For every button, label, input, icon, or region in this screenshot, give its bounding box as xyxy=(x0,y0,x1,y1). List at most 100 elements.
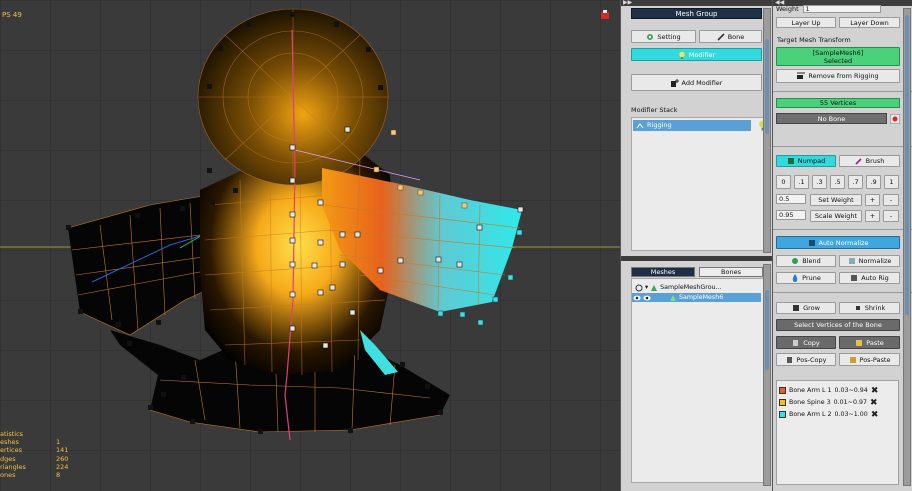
shrink-button[interactable]: Shrink xyxy=(839,302,900,314)
layer-down-button[interactable]: Layer Down xyxy=(839,17,900,28)
bone-color-swatch xyxy=(779,387,786,394)
copy-button[interactable]: Copy xyxy=(776,336,836,349)
prune-button[interactable]: Prune xyxy=(776,272,836,284)
auto-rig-icon xyxy=(851,275,858,281)
bone-weight-list: Bone Arm L 1 0.03~0.94 ✖ Bone Spine 3 0.… xyxy=(776,380,899,485)
inspector-scrollbar[interactable] xyxy=(903,8,911,486)
tab-meshes[interactable]: Meshes xyxy=(631,267,695,277)
add-modifier-button[interactable]: Add Modifier xyxy=(631,74,762,91)
scale-weight-plus-button[interactable]: + xyxy=(865,210,880,222)
tree-row-group[interactable]: ▾ SampleMeshGrou... xyxy=(635,283,722,292)
upper-scrollbar[interactable] xyxy=(763,8,771,253)
bone-icon xyxy=(717,32,725,41)
paste-icon xyxy=(856,339,863,346)
hierarchy-tree: ▾ SampleMeshGrou... SampleMesh6 xyxy=(631,278,771,483)
scale-weight-button[interactable]: Scale Weight xyxy=(810,210,862,222)
numpad-1-button[interactable]: 1 xyxy=(884,175,899,189)
weight-row: Weight 1 xyxy=(776,5,881,13)
mesh-canvas[interactable] xyxy=(0,0,620,491)
numpad-0-button[interactable]: 0 xyxy=(776,175,791,189)
lower-scrollbar[interactable] xyxy=(763,264,771,486)
stat-row: ertices 141 xyxy=(0,446,69,455)
modifier-stack-list: Rigging xyxy=(631,117,771,251)
bone-button[interactable]: Bone xyxy=(699,30,762,43)
divider-strip xyxy=(621,256,773,261)
scale-weight-field[interactable]: 0.95 xyxy=(776,210,806,220)
blend-icon xyxy=(792,258,799,264)
shrink-icon xyxy=(855,306,860,310)
auto-normalize-toggle[interactable]: Auto Normalize xyxy=(776,236,900,249)
setting-button[interactable]: Setting xyxy=(631,30,696,43)
stat-row: dges 260 xyxy=(0,454,69,463)
bone-color-swatch xyxy=(779,399,786,406)
list-item[interactable]: Bone Spine 3 0.01~0.97 ✖ xyxy=(779,397,878,408)
paste-button[interactable]: Paste xyxy=(839,336,900,349)
set-weight-field[interactable]: 0.5 xyxy=(776,194,806,204)
brush-button[interactable]: Brush xyxy=(839,155,900,167)
stat-row: eshes 1 xyxy=(0,438,61,447)
layer-up-button[interactable]: Layer Up xyxy=(776,17,836,28)
expand-arrow-icon[interactable]: ▾ xyxy=(645,283,648,292)
numpad-03-button[interactable]: .3 xyxy=(812,175,827,189)
remove-bone-icon[interactable]: ✖ xyxy=(871,386,879,396)
list-item[interactable]: Bone Arm L 1 0.03~0.94 ✖ xyxy=(779,385,878,396)
tree-row-mesh[interactable]: SampleMesh6 xyxy=(632,293,761,302)
vertex-count-bar: 55 Vertices xyxy=(776,98,900,108)
numpad-07-button[interactable]: .7 xyxy=(848,175,863,189)
no-bone-bar: No Bone xyxy=(776,113,887,124)
record-icon[interactable] xyxy=(600,10,610,20)
bone-select-icon[interactable] xyxy=(890,114,900,124)
numpad-01-button[interactable]: .1 xyxy=(794,175,809,189)
mesh-icon xyxy=(670,294,676,301)
rigging-inspector-panel: ◀◀ Weight 1 Layer Up Layer Down Target M… xyxy=(772,0,912,491)
scrollbar-thumb[interactable] xyxy=(765,290,769,370)
mesh-group-panel: ▶▶ Mesh Group Setting Bone Modifier Add … xyxy=(620,0,773,491)
set-weight-plus-button[interactable]: + xyxy=(865,194,880,206)
numpad-button[interactable]: Numpad xyxy=(776,155,836,167)
modifier-tab-button[interactable]: Modifier xyxy=(631,48,762,61)
tab-bones[interactable]: Bones xyxy=(699,267,763,277)
remove-from-rigging-button[interactable]: Remove from Rigging xyxy=(776,69,900,83)
remove-bone-icon[interactable]: ✖ xyxy=(871,410,879,420)
list-item[interactable]: Bone Arm L 2 0.03~1.00 ✖ xyxy=(779,409,878,420)
collapse-arrows-icon[interactable]: ▶▶ xyxy=(623,0,632,6)
remove-bone-icon[interactable]: ✖ xyxy=(870,398,878,408)
set-weight-minus-button[interactable]: - xyxy=(883,194,899,206)
visibility-eye-icon-2[interactable] xyxy=(643,294,651,302)
pos-copy-button[interactable]: Pos-Copy xyxy=(776,353,836,366)
brush-icon xyxy=(855,158,862,165)
separator xyxy=(773,292,912,293)
selected-mesh-indicator: [SampleMesh6] Selected xyxy=(776,47,900,66)
visibility-eye-icon[interactable] xyxy=(633,294,641,302)
list-item[interactable]: Rigging xyxy=(633,120,751,131)
blend-button[interactable]: Blend xyxy=(776,255,836,267)
numpad-05-button[interactable]: .5 xyxy=(830,175,845,189)
gear-icon xyxy=(647,33,654,40)
modifier-stack-label: Modifier Stack xyxy=(631,106,678,114)
mesh-group-icon xyxy=(651,284,658,291)
normalize-button[interactable]: Normalize xyxy=(839,255,900,267)
bone-color-swatch xyxy=(779,411,786,418)
lightbulb-icon xyxy=(679,51,685,59)
set-weight-button[interactable]: Set Weight xyxy=(810,194,862,206)
select-vertices-of-bone-button[interactable]: Select Vertices of the Bone xyxy=(776,319,900,331)
scrollbar-thumb[interactable] xyxy=(765,39,769,134)
auto-normalize-icon xyxy=(808,239,815,246)
pos-paste-button[interactable]: Pos-Paste xyxy=(839,353,900,366)
numpad-09-button[interactable]: .9 xyxy=(866,175,881,189)
normalize-icon xyxy=(848,258,855,264)
stat-row: riangles 224 xyxy=(0,462,69,471)
scale-weight-minus-button[interactable]: - xyxy=(883,210,899,222)
separator xyxy=(773,146,912,147)
scrollbar-thumb[interactable] xyxy=(905,15,909,315)
pos-paste-icon xyxy=(849,356,856,363)
weight-field[interactable]: 1 xyxy=(802,5,881,13)
remove-rig-icon xyxy=(797,72,806,79)
panel-top-strip: ▶▶ xyxy=(621,0,773,6)
grow-button[interactable]: Grow xyxy=(776,302,836,314)
mesh-group-header: Mesh Group xyxy=(631,8,762,19)
copy-icon xyxy=(793,339,799,346)
auto-rig-button[interactable]: Auto Rig xyxy=(839,272,900,284)
target-mesh-transform-label: Target Mesh Transform xyxy=(777,36,851,44)
mesh-viewport[interactable]: PS 49 atistics eshes 1 ertices 141 dges 260… xyxy=(0,0,620,491)
